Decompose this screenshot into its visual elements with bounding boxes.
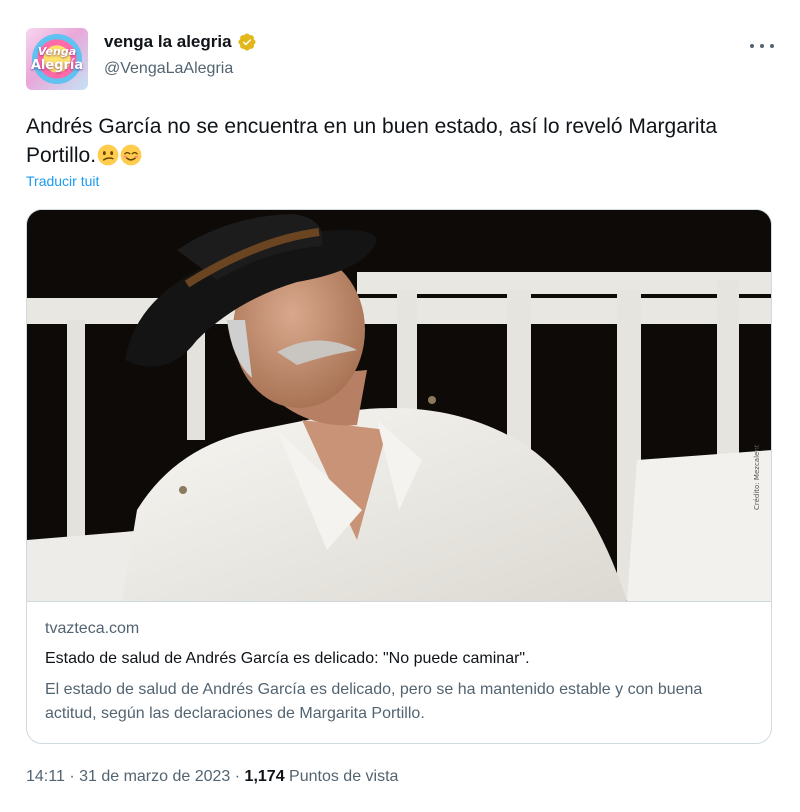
more-options-icon[interactable] [750, 36, 774, 56]
meta-separator: · [69, 768, 75, 785]
relieved-face-emoji [120, 144, 142, 166]
card-description: El estado de salud de Andrés García es d… [45, 681, 703, 722]
confused-face-emoji [97, 144, 119, 166]
image-credit: Crédito: Mezcalent [753, 444, 761, 510]
display-name[interactable]: venga la alegria [104, 32, 232, 52]
tweet-date[interactable]: 31 de marzo de 2023 [79, 768, 230, 785]
tweet-time[interactable]: 14:11 [26, 768, 65, 785]
avatar-logo-text-1: Venga [37, 45, 77, 58]
verified-badge-icon[interactable] [237, 32, 257, 52]
tweet-meta: 14:11 · 31 de marzo de 2023 · 1,174 Punt… [26, 768, 398, 786]
tweet: Venga Alegría venga la alegria @VengaLaA… [0, 0, 800, 812]
translate-tweet-link[interactable]: Traducir tuit [26, 173, 99, 189]
meta-separator: · [234, 768, 241, 785]
link-card[interactable]: Crédito: Mezcalent tvazteca.com Estado d… [26, 209, 772, 744]
card-info[interactable]: tvazteca.com Estado de salud de Andrés G… [27, 601, 771, 722]
tweet-text: Andrés García no se encuentra en un buen… [26, 112, 766, 170]
views-count: 1,174 [244, 768, 285, 785]
card-photo: Crédito: Mezcalent [27, 210, 771, 601]
views-label: Puntos de vista [289, 768, 399, 785]
card-image[interactable]: Crédito: Mezcalent [27, 210, 771, 601]
card-domain: tvazteca.com [45, 620, 140, 637]
avatar-logo-text-2: Alegría [30, 58, 84, 73]
account-handle[interactable]: @VengaLaAlegria [104, 60, 233, 78]
name-row: venga la alegria [104, 32, 257, 52]
card-title: Estado de salud de Andrés García es deli… [45, 650, 530, 667]
avatar[interactable]: Venga Alegría [26, 28, 88, 90]
